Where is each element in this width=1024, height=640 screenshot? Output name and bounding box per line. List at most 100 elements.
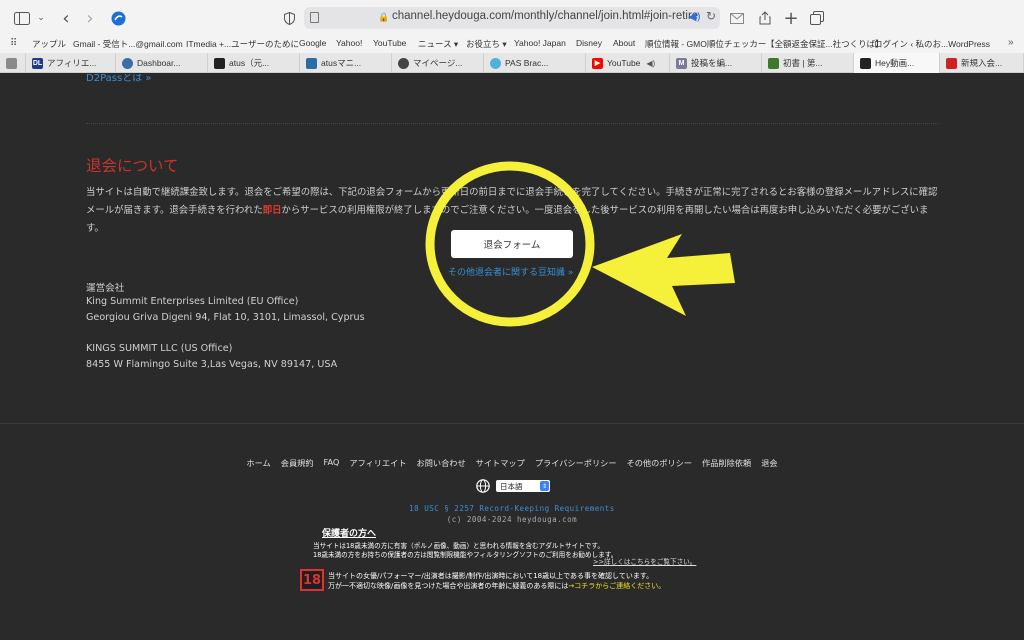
shield-icon[interactable] (282, 8, 296, 28)
footer-link-retire[interactable]: 退会 (761, 457, 777, 469)
bookmark-item[interactable]: Google (299, 38, 326, 48)
tab[interactable]: Dashboar... (116, 53, 208, 73)
footer-link-faq[interactable]: FAQ (324, 457, 340, 469)
footer-link-removal[interactable]: 作品削除依頼 (702, 457, 751, 469)
tab[interactable]: マイページ... (392, 53, 484, 73)
bookmark-item[interactable]: Yahoo! (336, 38, 362, 48)
bookmark-item[interactable]: お役立ち ▾ (466, 38, 507, 50)
extension-icon[interactable] (108, 8, 128, 28)
tab-active[interactable]: Hey動画... (854, 53, 940, 73)
guardian-heading: 保護者の方へ (322, 529, 377, 539)
bookmark-item[interactable]: Gmail - 受信ト...@gmail.com (73, 38, 183, 50)
tab[interactable]: DL アフィリエ... (26, 53, 116, 73)
tab[interactable] (0, 53, 26, 73)
bookmark-item[interactable]: ITmedia +...ユーザーのために (186, 38, 299, 50)
contact-report-link[interactable]: →コチラからご連絡ください。 (568, 582, 665, 590)
age-report-text: 万が一不適切な映像/画像を見つけた場合や出演者の年齢に疑義のある際には→コチラか… (328, 581, 665, 591)
reload-icon[interactable]: ↻ (706, 9, 716, 23)
apps-grid-icon[interactable]: ⠿ (10, 38, 17, 49)
tab-favicon (490, 57, 501, 69)
tab[interactable]: atusマニ... (300, 53, 392, 73)
retire-form-button[interactable]: 退会フォーム (451, 230, 573, 258)
d2pass-link[interactable]: D2Passとは » (86, 74, 152, 84)
guardian-notice: 18歳未満の方をお持ちの保護者の方は閲覧制限機能やフィルタリングソフトのご利用を… (313, 551, 618, 559)
section-divider (86, 123, 938, 124)
language-select[interactable]: 日本語 ⇕ (496, 480, 550, 492)
retire-tips-link[interactable]: その他退会者に関する豆知識 » (448, 265, 573, 278)
tab-favicon: M (676, 57, 687, 69)
footer-link-home[interactable]: ホーム (246, 457, 270, 469)
footer-link-privacy[interactable]: プライバシーポリシー (535, 457, 617, 469)
mail-icon[interactable] (728, 8, 746, 28)
page-icon (310, 12, 319, 23)
tab-favicon (860, 57, 871, 69)
footer-link-terms[interactable]: 会員規約 (281, 457, 314, 469)
bookmark-item[interactable]: 順位情報 - GMO順位チェッカー (645, 38, 766, 50)
share-icon[interactable] (756, 8, 774, 28)
forward-icon[interactable]: › (82, 8, 98, 29)
chevron-down-icon[interactable]: ⌄ (36, 8, 46, 28)
tab-title: 投稿を編... (691, 58, 733, 68)
tab-favicon (398, 57, 409, 69)
footer-link-contact[interactable]: お問い合わせ (417, 457, 466, 469)
bookmark-item[interactable]: 【全額返金保証...社つくりば】 (766, 38, 884, 50)
select-arrow-icon: ⇕ (540, 481, 549, 491)
bookmark-item[interactable]: ログイン ‹ 私のお...WordPress (874, 38, 990, 50)
guardian-more-link[interactable]: >>詳しくはこちらをご覧下さい。 (593, 556, 696, 566)
bookmark-item[interactable]: YouTube (373, 38, 406, 48)
tab-overview-icon[interactable] (808, 8, 826, 28)
globe-icon (476, 479, 490, 493)
company-label: 運営会社 (86, 283, 125, 294)
us-office-name: KINGS SUMMIT LLC (US Office) (86, 343, 233, 354)
tab[interactable]: 新規入会... (940, 53, 1024, 73)
footer-link-sitemap[interactable]: サイトマップ (476, 457, 525, 469)
tab[interactable]: atus（元... (208, 53, 300, 73)
tab-title: atus（元... (229, 58, 270, 68)
age-18-badge: 18 (300, 569, 324, 591)
tab-title: YouTube (607, 58, 641, 68)
more-bookmarks-icon[interactable]: » (1008, 37, 1014, 48)
tab-title: 初書 | 第... (783, 58, 823, 68)
age-verification-text: 当サイトの女優/パフォーマー/出演者は撮影/制作/出演時において18歳以上である… (328, 572, 654, 580)
annotation-arrow (592, 234, 735, 316)
tab-favicon (6, 57, 17, 69)
records-keeping-link[interactable]: 18 USC § 2257 Record-Keeping Requirement… (0, 504, 1024, 513)
language-row: 日本語 ⇕ (476, 479, 550, 493)
footer-link-other-policy[interactable]: その他のポリシー (627, 457, 693, 469)
bookmark-item[interactable]: ニュース ▾ (418, 38, 458, 50)
tab-title: atusマニ... (321, 58, 362, 68)
bookmark-item[interactable]: About (613, 38, 635, 48)
tab-title: マイページ... (413, 58, 463, 68)
footer-nav: ホーム 会員規約 FAQ アフィリエイト お問い合わせ サイトマップ プライバシ… (0, 457, 1024, 469)
address-bar[interactable]: 🔒 channel.heydouga.com/monthly/channel/j… (304, 7, 720, 29)
bookmark-item[interactable]: Disney (576, 38, 602, 48)
footer-divider (0, 423, 1024, 424)
retire-emphasis: 即日 (262, 205, 282, 216)
tab[interactable]: PAS Brac... (484, 53, 586, 73)
tab[interactable]: ▶ YouTube ◀) (586, 53, 670, 73)
bookmark-item[interactable]: アップル (32, 38, 66, 50)
browser-toolbar: ⌄ ‹ › 🔒 channel.heydouga.com/monthly/cha… (0, 0, 1024, 35)
tab-favicon: DL (32, 57, 43, 69)
us-office-address: 8455 W Flamingo Suite 3,Las Vegas, NV 89… (86, 359, 338, 370)
copyright: (c) 2004-2024 heydouga.com (446, 515, 578, 524)
youtube-icon: ▶ (592, 57, 603, 69)
tab[interactable]: 初書 | 第... (762, 53, 854, 73)
back-icon[interactable]: ‹ (58, 8, 74, 29)
tab[interactable]: M 投稿を編... (670, 53, 762, 73)
url-text: channel.heydouga.com/monthly/channel/joi… (392, 10, 699, 22)
bookmark-item[interactable]: Yahoo! Japan (514, 38, 566, 48)
tab-title: Dashboar... (137, 58, 181, 68)
new-tab-icon[interactable]: + (782, 8, 800, 29)
retire-heading: 退会について (86, 157, 179, 175)
page-content: D2Passとは » 退会について 当サイトは自動で継続課金致します。退会をご希… (0, 74, 1024, 640)
speaker-icon[interactable]: ◀) (646, 59, 655, 68)
audio-icon[interactable]: ◀) (688, 10, 701, 23)
tab-bar: DL アフィリエ... Dashboar... atus（元... atusマニ… (0, 53, 1024, 73)
footer-link-affiliate[interactable]: アフィリエイト (349, 457, 406, 469)
eu-office-address: Georgiou Griva Digeni 94, Flat 10, 3101,… (86, 312, 365, 323)
eu-office-name: King Summit Enterprises Limited (EU Offi… (86, 296, 299, 307)
tab-title: アフィリエ... (47, 58, 97, 68)
bookmarks-bar: ⠿ アップル Gmail - 受信ト...@gmail.com ITmedia … (0, 35, 1024, 53)
sidebar-toggle-icon[interactable] (12, 8, 32, 28)
